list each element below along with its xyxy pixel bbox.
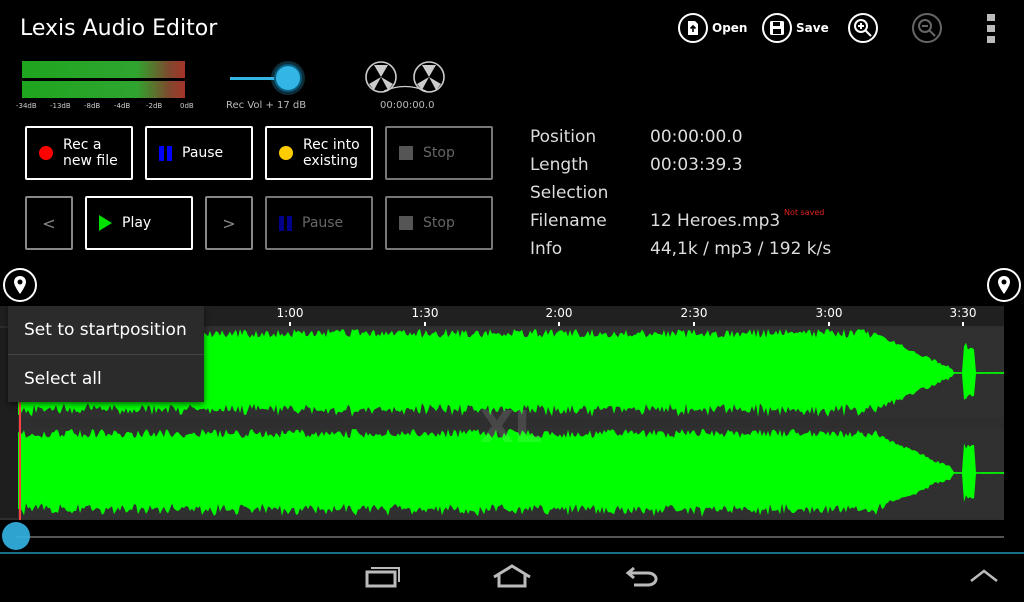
meter-tick: 0dB — [180, 102, 194, 110]
meter-tick: -2dB — [146, 102, 163, 110]
pause-icon — [159, 145, 172, 161]
length-label: Length — [530, 155, 589, 175]
pause-icon — [279, 215, 292, 231]
meter-tick: -4dB — [114, 102, 131, 110]
play-icon — [99, 215, 112, 231]
stop-icon — [399, 146, 413, 160]
meter-tick: -8dB — [84, 102, 101, 110]
zoom-out-button[interactable] — [912, 13, 942, 43]
not-saved-badge: Not saved — [784, 208, 825, 217]
rec-new-file-label: Rec a new file — [63, 137, 118, 169]
more-vert-icon — [987, 14, 995, 43]
record-dot-icon — [39, 146, 53, 160]
watermark-logo: XL — [480, 402, 542, 453]
map-pin-icon — [14, 276, 26, 294]
expand-up-button[interactable] — [954, 558, 1014, 594]
level-meter-left — [22, 61, 185, 78]
info-label: Info — [530, 239, 563, 259]
next-label: > — [222, 213, 236, 233]
position-label: Position — [530, 127, 597, 147]
filename-label: Filename — [530, 211, 607, 231]
rec-new-file-button[interactable]: Rec a new file — [25, 126, 133, 180]
timeline-tick: 1:00 — [276, 306, 304, 320]
overflow-menu-button[interactable] — [986, 14, 996, 44]
back-button[interactable] — [612, 558, 672, 594]
save-disk-icon — [762, 13, 792, 43]
tape-time: 00:00:00.0 — [380, 100, 435, 111]
recents-icon — [365, 567, 400, 588]
menu-item-set-start[interactable]: Set to startposition — [8, 306, 204, 354]
pause-record-label: Pause — [182, 145, 224, 161]
stop-icon — [399, 216, 413, 230]
open-file-icon — [678, 13, 708, 43]
stop-record-button[interactable]: Stop — [385, 126, 493, 180]
meter-tick: -13dB — [50, 102, 71, 110]
position-value: 00:00:00.0 — [650, 127, 743, 147]
rec-into-existing-label: Rec into existing — [303, 137, 360, 169]
open-button[interactable]: Open — [678, 13, 747, 43]
stop-play-label: Stop — [423, 215, 455, 231]
pause-record-button[interactable]: Pause — [145, 126, 253, 180]
stop-record-label: Stop — [423, 145, 455, 161]
save-button[interactable]: Save — [762, 13, 829, 43]
home-icon — [493, 564, 531, 588]
zoom-out-icon — [912, 13, 942, 43]
timeline-tick: 2:00 — [545, 306, 573, 320]
length-value: 00:03:39.3 — [650, 155, 743, 175]
zoom-in-button[interactable] — [848, 13, 878, 43]
pause-play-button[interactable]: Pause — [265, 196, 373, 250]
menu-item-select-all[interactable]: Select all — [8, 354, 204, 402]
back-arrow-icon — [625, 566, 658, 587]
zoom-in-icon — [848, 13, 878, 43]
map-pin-icon — [998, 276, 1010, 294]
recents-button[interactable] — [352, 558, 412, 594]
selection-label: Selection — [530, 183, 609, 203]
tape-reels-icon — [364, 60, 448, 98]
previous-button[interactable]: < — [25, 196, 73, 250]
record-into-icon — [279, 146, 293, 160]
open-label: Open — [712, 21, 748, 35]
info-value: 44,1k / mp3 / 192 k/s — [650, 239, 832, 259]
chevron-up-icon — [970, 569, 998, 582]
filename-value: 12 Heroes.mp3 — [650, 211, 781, 231]
play-label: Play — [122, 215, 152, 231]
context-menu: Set to startposition Select all — [8, 306, 204, 402]
timeline-tick: 2:30 — [680, 306, 708, 320]
timeline-tick: 3:00 — [815, 306, 843, 320]
save-label: Save — [796, 21, 829, 35]
next-button[interactable]: > — [205, 196, 253, 250]
stop-play-button[interactable]: Stop — [385, 196, 493, 250]
play-button[interactable]: Play — [85, 196, 193, 250]
start-marker-pin[interactable] — [3, 268, 37, 302]
timeline-tick: 1:30 — [411, 306, 439, 320]
level-meter-right — [22, 81, 185, 98]
timeline-tick: 3:30 — [949, 306, 977, 320]
meter-tick: -34dB — [16, 102, 37, 110]
rec-into-existing-button[interactable]: Rec into existing — [265, 126, 373, 180]
pause-play-label: Pause — [302, 215, 344, 231]
horizontal-scrollbar[interactable] — [16, 536, 1004, 538]
rec-volume-slider[interactable] — [274, 64, 302, 92]
scroll-handle[interactable] — [2, 522, 30, 550]
previous-label: < — [42, 213, 56, 233]
rec-volume-label: Rec Vol + 17 dB — [226, 100, 307, 111]
app-title: Lexis Audio Editor — [20, 16, 218, 41]
end-marker-pin[interactable] — [987, 268, 1021, 302]
home-button[interactable] — [482, 558, 542, 594]
